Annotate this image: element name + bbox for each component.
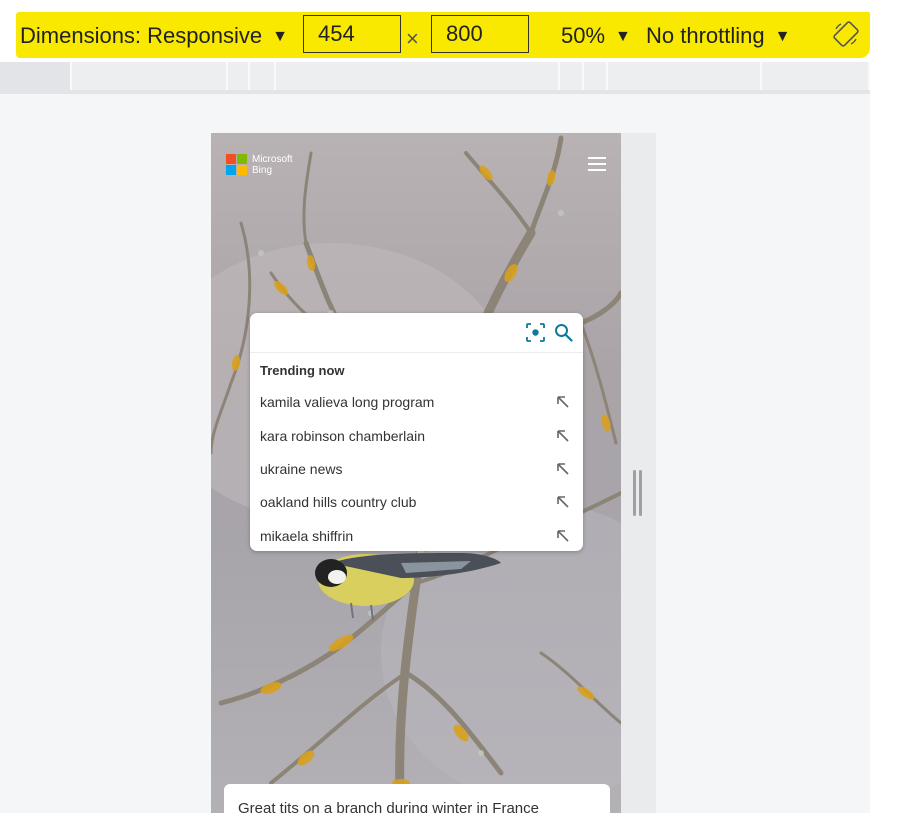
media-query-segment[interactable]	[70, 62, 228, 90]
dimensions-dropdown[interactable]: Dimensions: Responsive ▼	[20, 22, 288, 51]
media-query-segment[interactable]	[558, 62, 584, 90]
hamburger-menu-icon[interactable]	[588, 157, 606, 173]
bing-logo-text: Microsoft Bing	[252, 154, 293, 176]
suggestion-text: mikaela shiffrin	[260, 528, 354, 544]
fill-query-arrow-icon[interactable]	[555, 494, 571, 510]
media-query-segment[interactable]	[274, 62, 560, 90]
visual-search-icon[interactable]	[526, 323, 545, 342]
throttling-dropdown[interactable]: No throttling ▼	[646, 22, 790, 51]
zoom-dropdown[interactable]: 50% ▼	[561, 22, 631, 51]
microsoft-logo-icon	[226, 154, 248, 176]
caret-down-icon: ▼	[615, 28, 631, 45]
suggestion-item[interactable]: oakland hills country club	[250, 485, 583, 518]
media-query-segment[interactable]	[760, 62, 870, 90]
dimensions-label: Dimensions: Responsive	[20, 23, 263, 48]
media-query-segment[interactable]	[582, 62, 608, 90]
media-query-segment[interactable]	[226, 62, 250, 90]
suggestion-text: ukraine news	[260, 461, 343, 477]
caret-down-icon: ▼	[774, 28, 791, 45]
resize-handle[interactable]	[633, 470, 643, 516]
suggestion-text: oakland hills country club	[260, 494, 417, 510]
search-box	[250, 313, 583, 353]
rotate-icon[interactable]	[832, 20, 860, 48]
trending-now-heading: Trending now	[260, 363, 345, 378]
fill-query-arrow-icon[interactable]	[555, 428, 571, 444]
fill-query-arrow-icon[interactable]	[555, 461, 571, 477]
caret-down-icon: ▼	[272, 28, 288, 45]
suggestion-text: kara robinson chamberlain	[260, 428, 425, 444]
image-caption-card[interactable]: Great tits on a branch during winter in …	[224, 784, 610, 813]
bing-logo[interactable]: Microsoft Bing	[226, 154, 326, 178]
times-separator: ×	[406, 26, 419, 51]
search-input[interactable]	[260, 321, 514, 345]
media-query-segment[interactable]	[248, 62, 276, 90]
media-query-segment[interactable]	[606, 62, 762, 90]
media-query-bar	[0, 62, 870, 94]
device-toolbar: Dimensions: Responsive ▼ 454 × 800 50% ▼ N…	[0, 0, 870, 62]
suggestion-text: kamila valieva long program	[260, 394, 435, 410]
width-input[interactable]: 454	[303, 15, 401, 53]
suggestion-item[interactable]: ukraine news	[250, 452, 583, 485]
fill-query-arrow-icon[interactable]	[555, 528, 571, 544]
suggestion-item[interactable]: kara robinson chamberlain	[250, 419, 583, 452]
fill-query-arrow-icon[interactable]	[555, 394, 571, 410]
device-viewport: Microsoft Bing Trending now kamila valie…	[211, 133, 621, 813]
suggestion-item[interactable]: mikaela shiffrin	[250, 519, 583, 552]
throttling-label: No throttling	[646, 23, 765, 48]
search-suggestions-dropdown: Trending now kamila valieva long program…	[250, 313, 583, 551]
search-icon[interactable]	[554, 323, 573, 342]
suggestion-item[interactable]: kamila valieva long program	[250, 385, 583, 418]
image-caption: Great tits on a branch during winter in …	[238, 800, 539, 813]
height-input[interactable]: 800	[431, 15, 529, 53]
zoom-label: 50%	[561, 23, 606, 48]
